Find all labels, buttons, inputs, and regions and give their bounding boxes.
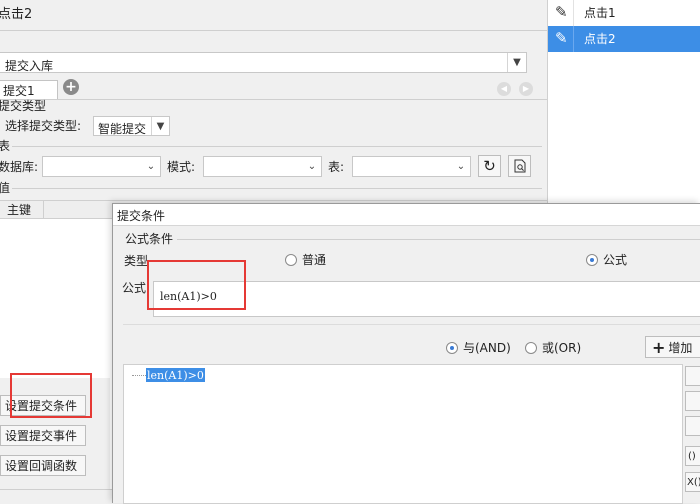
logic-and-label: 与(AND) [463, 341, 511, 355]
set-event-button[interactable]: 设置提交事件 [0, 425, 86, 446]
column-primary-key: 主键 [7, 203, 32, 217]
event-item-label: 点击2 [584, 32, 616, 46]
document-search-icon [514, 159, 525, 173]
preview-button[interactable] [508, 155, 531, 177]
radio-formula[interactable] [586, 254, 598, 266]
add-condition-button[interactable]: + 增加 [645, 336, 700, 358]
radio-normal-label: 普通 [302, 253, 327, 267]
refresh-icon: ↻ [483, 157, 496, 175]
divider [177, 239, 700, 240]
dialog-titlebar: 提交条件 [113, 204, 700, 226]
formula-label: 公式 [122, 281, 147, 295]
plus-icon: + [652, 337, 666, 357]
divider [0, 30, 547, 31]
tab-underline [0, 99, 547, 100]
schema-label: 模式: [167, 160, 196, 174]
divider [123, 324, 700, 325]
chevron-down-icon: ▼ [507, 53, 526, 72]
schema-select[interactable]: ⌄ [203, 156, 322, 177]
refresh-button[interactable]: ↻ [478, 155, 501, 177]
chevron-down-icon: ⌄ [307, 161, 317, 172]
divider [0, 489, 112, 490]
side-button-blank-3[interactable] [685, 416, 700, 436]
chevron-down-icon: ⌄ [146, 161, 156, 172]
annotation-box-condition-button [10, 373, 92, 418]
side-button-blank-2[interactable] [685, 391, 700, 411]
chevron-down-icon: ▼ [151, 117, 169, 135]
radio-logic-and[interactable] [446, 342, 458, 354]
window-title: 点击2 [0, 7, 33, 22]
database-label: 数据库: [0, 160, 39, 174]
table-label: 表: [328, 160, 345, 174]
submit-type-select[interactable]: 智能提交 ▼ [93, 116, 170, 136]
bracket-button[interactable]: () [685, 446, 700, 466]
event-item-label: 点击1 [584, 6, 616, 20]
submit-type-heading: 提交类型 [0, 99, 47, 113]
tab-scroll-left-icon[interactable]: ◀ [497, 82, 511, 96]
logic-or-label: 或(OR) [542, 341, 582, 355]
annotation-box-formula [147, 260, 246, 310]
side-button-blank-1[interactable] [685, 366, 700, 386]
remove-bracket-button[interactable]: X() [685, 472, 700, 492]
event-item-click-2[interactable]: ✎ 点击2 [548, 26, 700, 52]
radio-normal[interactable] [285, 254, 297, 266]
type-label: 类型 [124, 254, 149, 268]
tab-submit-1[interactable]: 提交1 [0, 80, 58, 99]
add-tab-icon[interactable]: + [63, 79, 79, 95]
set-callback-button[interactable]: 设置回调函数 [0, 455, 86, 476]
table-heading: 表 [0, 139, 11, 153]
formula-group-title: 公式条件 [125, 232, 174, 246]
table-select[interactable]: ⌄ [352, 156, 471, 177]
tree-line [132, 375, 146, 376]
dialog-title: 提交条件 [117, 209, 166, 223]
tab-scroll-right-icon[interactable]: ▶ [519, 82, 533, 96]
radio-logic-or[interactable] [525, 342, 537, 354]
condition-item[interactable]: len(A1)>0 [146, 368, 205, 382]
submit-condition-dialog: 提交条件 公式条件 类型 普通 公式 公式 len(A1)>0 与(AND) 或… [112, 203, 700, 504]
radio-formula-label: 公式 [603, 253, 628, 267]
pencil-icon: ✎ [555, 29, 568, 47]
action-type-select[interactable]: 提交入库 ▼ [0, 52, 527, 73]
pencil-icon: ✎ [555, 3, 568, 21]
database-select[interactable]: ⌄ [42, 156, 161, 177]
divider [12, 188, 542, 189]
condition-list: len(A1)>0 [123, 364, 683, 504]
divider [12, 146, 542, 147]
event-item-click-1[interactable]: ✎ 点击1 [548, 0, 700, 26]
chevron-down-icon: ⌄ [456, 161, 466, 172]
value-heading: 值 [0, 181, 11, 195]
submit-type-label: 选择提交类型: [5, 119, 82, 133]
